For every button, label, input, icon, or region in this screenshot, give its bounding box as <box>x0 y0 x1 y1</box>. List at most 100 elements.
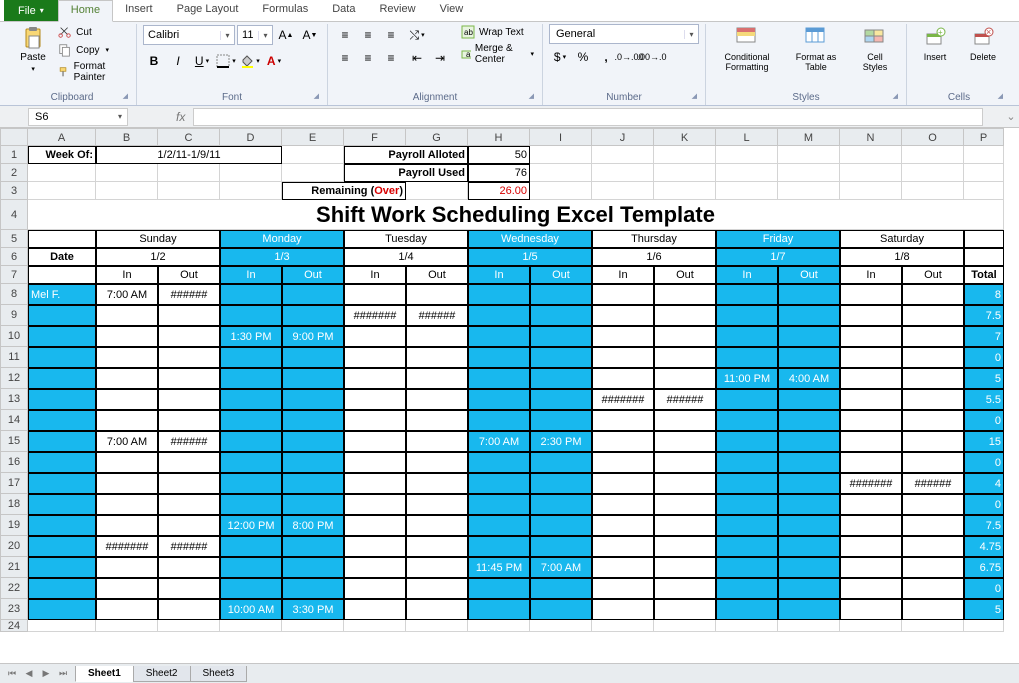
cell[interactable] <box>28 620 96 632</box>
cell[interactable]: Week Of: <box>28 146 96 164</box>
shift-in[interactable]: ####### <box>344 305 406 326</box>
shift-in[interactable]: ####### <box>592 389 654 410</box>
date-header[interactable]: 1/6 <box>592 248 716 266</box>
cell[interactable] <box>840 146 902 164</box>
shift-in[interactable] <box>468 305 530 326</box>
day-header[interactable]: Monday <box>220 230 344 248</box>
cell[interactable] <box>530 146 592 164</box>
out-header[interactable]: Out <box>158 266 220 284</box>
date-header[interactable]: 1/8 <box>840 248 964 266</box>
shift-out[interactable] <box>778 305 840 326</box>
shift-out[interactable]: ###### <box>158 284 220 305</box>
employee-name[interactable] <box>28 410 96 431</box>
shift-out[interactable] <box>654 284 716 305</box>
shift-out[interactable] <box>530 284 592 305</box>
row-header[interactable]: 22 <box>0 578 28 599</box>
shift-out[interactable] <box>530 515 592 536</box>
shift-out[interactable] <box>654 305 716 326</box>
out-header[interactable]: Out <box>282 266 344 284</box>
employee-name[interactable] <box>28 473 96 494</box>
cell[interactable]: Shift Work Scheduling Excel Template <box>28 200 1004 230</box>
column-header[interactable]: B <box>96 128 158 146</box>
shift-in[interactable] <box>220 578 282 599</box>
cell[interactable] <box>406 182 468 200</box>
shift-out[interactable] <box>902 284 964 305</box>
shift-out[interactable] <box>530 473 592 494</box>
shift-in[interactable]: 7:00 AM <box>468 431 530 452</box>
day-header[interactable]: Friday <box>716 230 840 248</box>
cell[interactable] <box>902 164 964 182</box>
cell[interactable] <box>28 164 96 182</box>
shift-in[interactable] <box>840 410 902 431</box>
shift-out[interactable] <box>282 305 344 326</box>
font-color-button[interactable]: A <box>263 50 285 72</box>
font-size-select[interactable]: 11▾ <box>237 25 273 45</box>
shift-in[interactable] <box>592 284 654 305</box>
cell[interactable] <box>96 164 158 182</box>
shift-in[interactable] <box>220 494 282 515</box>
align-left-button[interactable]: ≡ <box>334 47 356 69</box>
total-hours[interactable]: 6.75 <box>964 557 1004 578</box>
increase-indent-button[interactable]: ⇥ <box>429 47 451 69</box>
shift-out[interactable] <box>654 515 716 536</box>
row-header[interactable]: 18 <box>0 494 28 515</box>
cell[interactable] <box>654 182 716 200</box>
shift-out[interactable] <box>282 536 344 557</box>
shift-out[interactable] <box>654 557 716 578</box>
shift-in[interactable] <box>592 599 654 620</box>
shift-in[interactable] <box>344 473 406 494</box>
shift-out[interactable] <box>282 368 344 389</box>
shift-out[interactable] <box>282 284 344 305</box>
in-header[interactable]: In <box>96 266 158 284</box>
shift-in[interactable]: 7:00 AM <box>96 284 158 305</box>
sheet-nav-first[interactable]: ⏮ <box>4 668 20 679</box>
shift-out[interactable] <box>158 452 220 473</box>
cell[interactable] <box>220 182 282 200</box>
cell[interactable]: 26.00 <box>468 182 530 200</box>
shift-out[interactable] <box>902 578 964 599</box>
shift-out[interactable]: ###### <box>406 305 468 326</box>
column-header[interactable]: I <box>530 128 592 146</box>
shift-in[interactable] <box>96 368 158 389</box>
shift-out[interactable] <box>158 389 220 410</box>
cell[interactable] <box>158 620 220 632</box>
shift-in[interactable] <box>840 452 902 473</box>
shift-in[interactable] <box>840 368 902 389</box>
shift-out[interactable] <box>282 431 344 452</box>
shift-in[interactable] <box>840 389 902 410</box>
cell[interactable] <box>158 182 220 200</box>
shift-out[interactable] <box>530 326 592 347</box>
shift-out[interactable] <box>530 410 592 431</box>
shift-out[interactable] <box>778 473 840 494</box>
column-header[interactable]: A <box>28 128 96 146</box>
cell[interactable]: 1/2/11-1/9/11 <box>96 146 282 164</box>
shift-in[interactable] <box>840 431 902 452</box>
row-header[interactable]: 7 <box>0 266 28 284</box>
shift-in[interactable] <box>220 389 282 410</box>
total-hours[interactable]: 7.5 <box>964 305 1004 326</box>
cell[interactable] <box>902 182 964 200</box>
date-label[interactable]: Date <box>28 248 96 266</box>
column-header[interactable]: F <box>344 128 406 146</box>
total-hours[interactable]: 5 <box>964 599 1004 620</box>
cell[interactable] <box>96 182 158 200</box>
shift-out[interactable] <box>530 347 592 368</box>
shift-out[interactable] <box>654 452 716 473</box>
shift-out[interactable] <box>902 536 964 557</box>
cell[interactable] <box>530 164 592 182</box>
day-header[interactable]: Saturday <box>840 230 964 248</box>
row-header[interactable]: 16 <box>0 452 28 473</box>
cell[interactable] <box>468 620 530 632</box>
shift-in[interactable] <box>840 494 902 515</box>
total-hours[interactable]: 15 <box>964 431 1004 452</box>
border-button[interactable] <box>215 50 237 72</box>
shift-out[interactable] <box>406 515 468 536</box>
employee-name[interactable] <box>28 431 96 452</box>
shift-out[interactable] <box>282 452 344 473</box>
employee-name[interactable] <box>28 452 96 473</box>
delete-cells-button[interactable]: ×Delete <box>961 24 1005 64</box>
column-header[interactable]: E <box>282 128 344 146</box>
cell[interactable] <box>530 182 592 200</box>
sheet-nav-next[interactable]: ▶ <box>38 668 54 679</box>
employee-name[interactable] <box>28 305 96 326</box>
